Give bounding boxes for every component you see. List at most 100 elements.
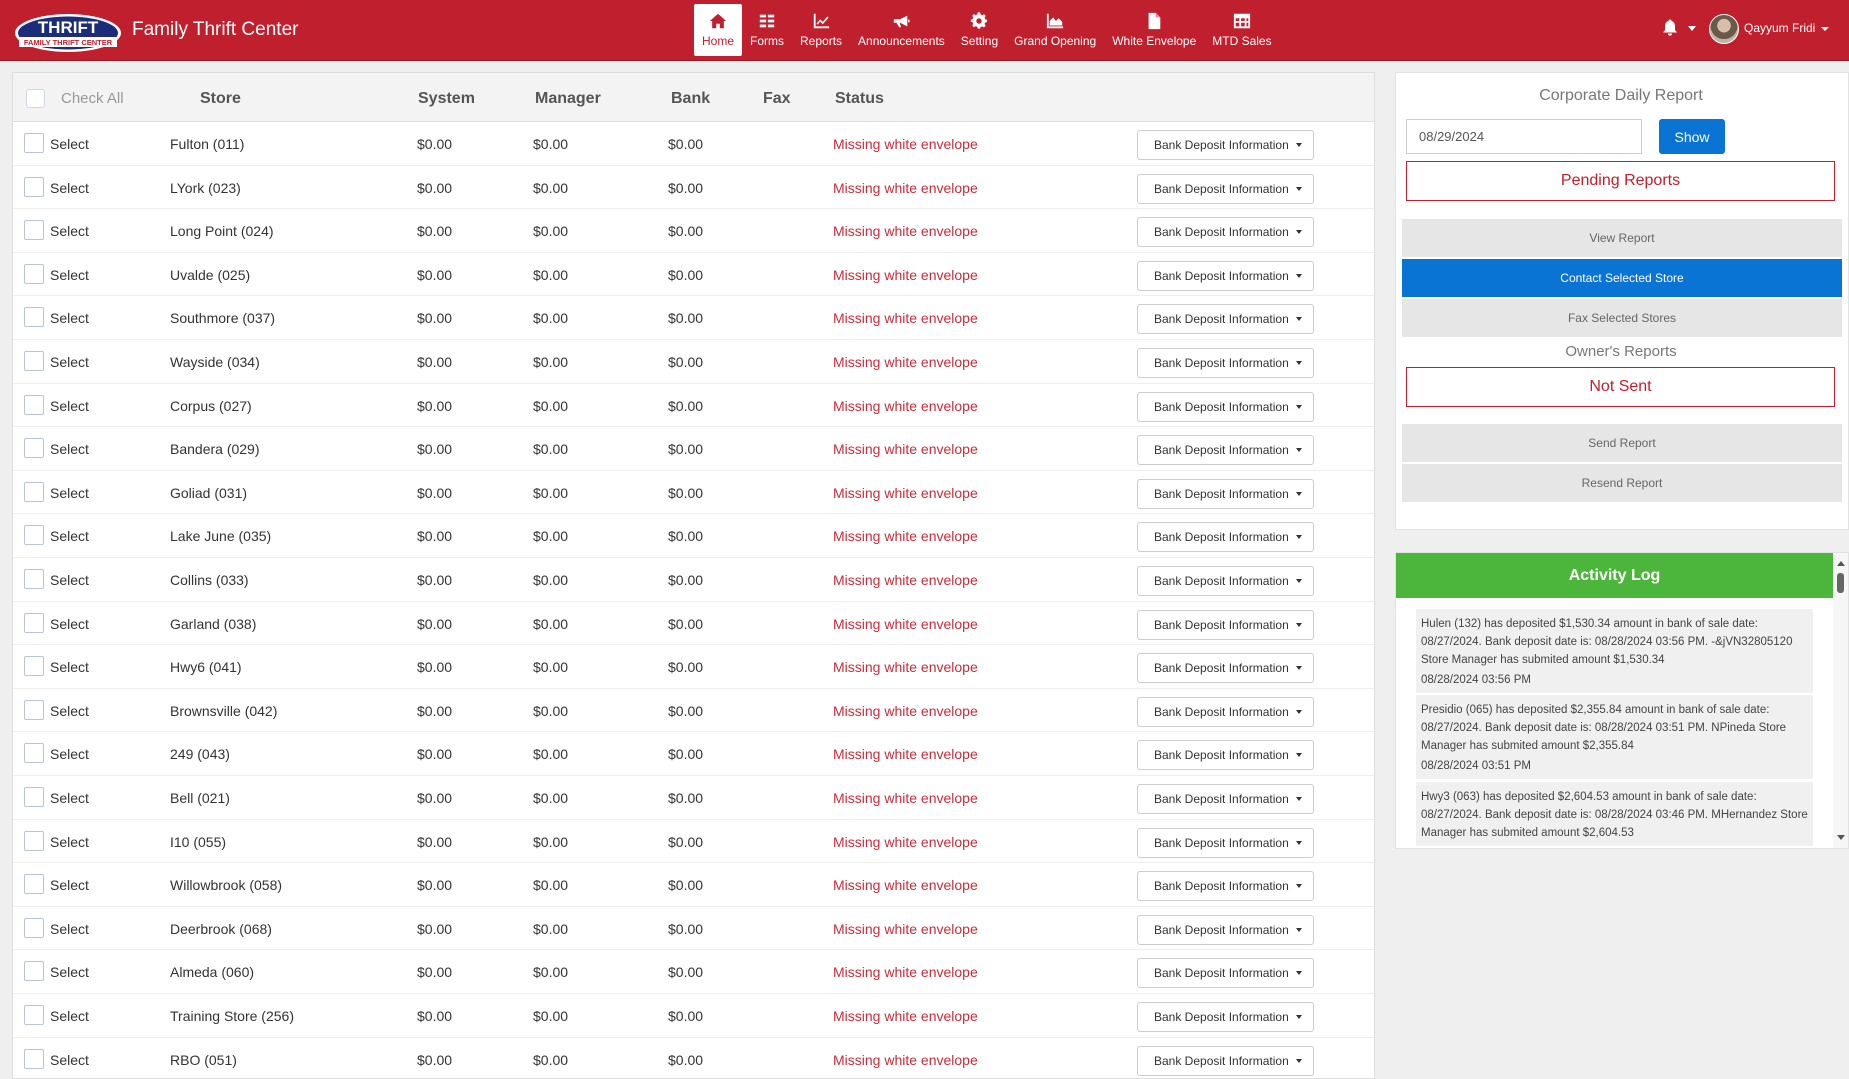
row-select-checkbox[interactable] [24, 525, 44, 546]
nav-mtd-sales[interactable]: MTD Sales [1204, 4, 1279, 56]
bank-deposit-dropdown[interactable]: Bank Deposit Information [1137, 217, 1314, 248]
row-select-checkbox[interactable] [24, 612, 44, 633]
row-select-label[interactable]: Select [50, 136, 89, 152]
row-select-checkbox[interactable] [24, 830, 44, 851]
row-select-checkbox[interactable] [24, 917, 44, 938]
row-select-checkbox[interactable] [24, 699, 44, 720]
header-status: Status [835, 90, 884, 107]
bank-deposit-dropdown[interactable]: Bank Deposit Information [1137, 609, 1314, 640]
row-select-label[interactable]: Select [50, 1008, 89, 1024]
send-report-button[interactable]: Send Report [1402, 424, 1842, 462]
notifications-button[interactable] [1662, 19, 1680, 41]
bank-deposit-dropdown[interactable]: Bank Deposit Information [1137, 784, 1314, 814]
row-select-label[interactable]: Select [50, 267, 89, 283]
resend-report-button[interactable]: Resend Report [1402, 464, 1842, 502]
row-select-checkbox[interactable] [24, 263, 44, 284]
row-system: $0.00 [417, 790, 453, 806]
row-select-checkbox[interactable] [24, 874, 44, 895]
row-select-label[interactable]: Select [50, 746, 89, 762]
row-select-label[interactable]: Select [50, 398, 89, 414]
row-select-label[interactable]: Select [50, 441, 89, 457]
row-system: $0.00 [417, 572, 453, 588]
notifications-caret-icon[interactable] [1688, 26, 1696, 31]
row-select-label[interactable]: Select [50, 310, 89, 326]
check-all-checkbox[interactable] [26, 89, 45, 108]
scroll-thumb[interactable] [1837, 573, 1844, 593]
contact-selected-store-button[interactable]: Contact Selected Store [1402, 259, 1842, 297]
row-select-checkbox[interactable] [24, 1005, 44, 1025]
bank-deposit-dropdown[interactable]: Bank Deposit Information [1137, 391, 1314, 422]
show-button[interactable]: Show [1659, 119, 1725, 154]
row-select-checkbox[interactable] [24, 481, 44, 502]
row-select-checkbox[interactable] [24, 394, 44, 415]
scroll-up-icon[interactable] [1837, 561, 1845, 566]
row-select-label[interactable]: Select [50, 616, 89, 632]
bank-deposit-dropdown[interactable]: Bank Deposit Information [1137, 1002, 1314, 1032]
bank-deposit-dropdown[interactable]: Bank Deposit Information [1137, 914, 1314, 945]
bank-deposit-dropdown[interactable]: Bank Deposit Information [1137, 130, 1314, 160]
row-select-label[interactable]: Select [50, 921, 89, 937]
nav-announcements[interactable]: Announcements [850, 4, 953, 56]
row-select-label[interactable]: Select [50, 703, 89, 719]
bank-deposit-dropdown[interactable]: Bank Deposit Information [1137, 827, 1314, 858]
row-select-label[interactable]: Select [50, 572, 89, 588]
bank-deposit-dropdown[interactable]: Bank Deposit Information [1137, 1045, 1314, 1076]
report-date-input[interactable] [1406, 119, 1642, 154]
user-name[interactable]: Qayyum Fridi [1744, 21, 1815, 35]
pending-reports-button[interactable]: Pending Reports [1406, 161, 1835, 201]
row-select-label[interactable]: Select [50, 834, 89, 850]
row-select-checkbox[interactable] [24, 220, 44, 241]
row-select-checkbox[interactable] [24, 176, 44, 197]
bank-deposit-dropdown[interactable]: Bank Deposit Information [1137, 348, 1314, 378]
nav-reports[interactable]: Reports [792, 4, 850, 56]
bank-deposit-dropdown[interactable]: Bank Deposit Information [1137, 522, 1314, 553]
bank-deposit-dropdown[interactable]: Bank Deposit Information [1137, 173, 1314, 204]
row-select-label[interactable]: Select [50, 354, 89, 370]
bank-deposit-dropdown[interactable]: Bank Deposit Information [1137, 653, 1314, 684]
row-select-label[interactable]: Select [50, 223, 89, 239]
row-select-label[interactable]: Select [50, 877, 89, 893]
fax-selected-stores-button[interactable]: Fax Selected Stores [1402, 299, 1842, 337]
avatar[interactable] [1709, 14, 1739, 44]
row-select-checkbox[interactable] [24, 1048, 44, 1069]
row-select-label[interactable]: Select [50, 1052, 89, 1068]
nav-white-envelope[interactable]: White Envelope [1104, 4, 1204, 56]
row-select-checkbox[interactable] [24, 743, 44, 764]
caret-down-icon [1295, 404, 1302, 409]
row-select-label[interactable]: Select [50, 528, 89, 544]
row-select-checkbox[interactable] [24, 307, 44, 328]
bank-deposit-dropdown[interactable]: Bank Deposit Information [1137, 260, 1314, 291]
bank-deposit-dropdown[interactable]: Bank Deposit Information [1137, 478, 1314, 509]
row-select-checkbox[interactable] [24, 351, 44, 371]
user-menu-caret-icon[interactable] [1821, 27, 1829, 31]
row-select-label[interactable]: Select [50, 964, 89, 980]
row-select-checkbox[interactable] [24, 133, 44, 153]
bank-deposit-dropdown[interactable]: Bank Deposit Information [1137, 740, 1314, 771]
row-select-label[interactable]: Select [50, 485, 89, 501]
bank-deposit-dropdown[interactable]: Bank Deposit Information [1137, 566, 1314, 596]
activity-log-scrollbar[interactable] [1833, 553, 1848, 848]
nav-home[interactable]: Home [694, 4, 743, 56]
row-select-label[interactable]: Select [50, 659, 89, 675]
bank-deposit-dropdown[interactable]: Bank Deposit Information [1137, 435, 1314, 466]
row-select-checkbox[interactable] [24, 569, 44, 589]
scroll-down-icon[interactable] [1837, 835, 1845, 840]
bank-deposit-dropdown[interactable]: Bank Deposit Information [1137, 304, 1314, 335]
row-select-label[interactable]: Select [50, 790, 89, 806]
row-select-label[interactable]: Select [50, 180, 89, 196]
nav-forms[interactable]: Forms [742, 4, 792, 56]
caret-down-icon [1295, 273, 1302, 278]
nav-grand-opening[interactable]: Grand Opening [1006, 4, 1104, 56]
row-select-checkbox[interactable] [24, 656, 44, 677]
bank-deposit-dropdown[interactable]: Bank Deposit Information [1137, 871, 1314, 902]
view-report-button[interactable]: View Report [1402, 219, 1842, 257]
thrift-logo[interactable]: THRIFT FAMILY THRIFT CENTER [13, 12, 123, 54]
row-select-checkbox[interactable] [24, 787, 44, 807]
row-select-checkbox[interactable] [24, 961, 44, 982]
check-all-label[interactable]: Check All [61, 90, 124, 107]
nav-setting[interactable]: Setting [953, 4, 1006, 56]
row-select-checkbox[interactable] [24, 438, 44, 459]
bank-deposit-dropdown[interactable]: Bank Deposit Information [1137, 958, 1314, 989]
log-entry: Hulen (132) has deposited $1,530.34 amou… [1416, 609, 1813, 693]
bank-deposit-dropdown[interactable]: Bank Deposit Information [1137, 696, 1314, 727]
